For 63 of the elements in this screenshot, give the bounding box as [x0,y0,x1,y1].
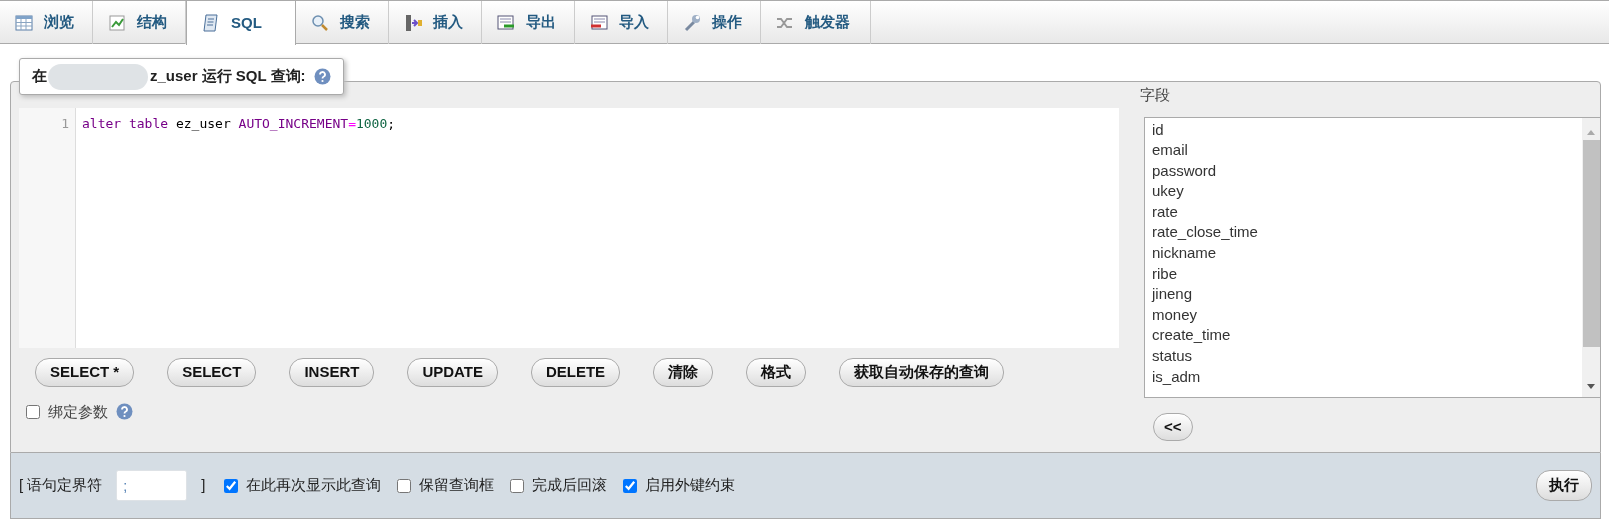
import-icon [589,12,609,33]
query-button[interactable]: INSERT [289,358,375,387]
legend-text: 在 [32,66,47,87]
checkbox[interactable] [223,478,238,493]
query-button[interactable]: SELECT [167,358,257,387]
tab[interactable]: SQL [186,1,296,45]
tab[interactable]: 导出 [482,1,575,44]
line-number: 1 [60,115,69,133]
query-button[interactable]: UPDATE [407,358,498,387]
field-item[interactable]: is_adm [1152,366,1582,388]
field-item[interactable]: ukey [1152,181,1582,202]
execute-button[interactable]: 执行 [1536,470,1592,501]
insert-icon [403,12,423,33]
query-button[interactable]: 获取自动保存的查询 [839,358,1005,387]
tab[interactable]: 导入 [575,1,668,44]
tab[interactable]: 浏览 [0,1,93,44]
export-icon [496,12,516,33]
field-item[interactable]: money [1152,304,1582,326]
field-item[interactable]: status [1152,346,1582,367]
query-button[interactable]: SELECT * [35,358,135,387]
chart-icon [107,12,127,33]
checkbox-label: 启用外键约束 [644,475,735,496]
checkbox-label: 绑定参数 [48,401,108,422]
field-item[interactable]: password [1152,160,1582,182]
field-item[interactable]: jineng [1152,284,1582,305]
field-item[interactable]: nickname [1152,243,1582,264]
help-icon[interactable] [116,403,133,421]
legend-text: z_user 运行 SQL 查询: [150,66,306,87]
tab[interactable]: 插入 [389,1,482,44]
table-icon [14,12,34,33]
delimiter-field[interactable]: ; [116,470,188,501]
checkbox-label: 完成后回滚 [531,475,607,496]
field-item[interactable]: id [1152,119,1582,141]
checkbox[interactable] [622,478,637,493]
query-button[interactable]: 清除 [653,358,714,387]
checkbox[interactable] [509,478,524,493]
help-icon[interactable] [313,68,331,85]
checkbox[interactable] [26,404,40,419]
checkbox-label: 保留查询框 [418,475,494,496]
tab[interactable]: 操作 [668,1,761,44]
checkbox-label: 在此再次显示此查询 [245,475,381,496]
search-icon [310,12,330,33]
code-line: alter table ez_user AUTO_INCREMENT=1000; [82,115,396,133]
document-icon [201,13,221,33]
insert-field-button[interactable]: << [1153,412,1193,441]
delimiter-label: ] [201,475,206,496]
field-item[interactable]: email [1152,140,1582,161]
fields-list[interactable]: id email password ukey rate rate_close_time nickname ribe jineng money create_time status is_adm [1144,116,1601,398]
field-item[interactable]: rate_close_time [1152,222,1582,244]
field-item[interactable]: ribe [1152,263,1582,285]
query-button[interactable]: DELETE [530,358,621,387]
field-item[interactable]: create_time [1152,325,1582,347]
query-button[interactable]: 格式 [746,358,807,387]
scroll-down-icon[interactable] [1586,382,1596,391]
delimiter-label: [ 语句定界符 [19,475,103,496]
checkbox[interactable] [396,478,411,493]
wrench-icon [682,12,702,33]
tab[interactable]: 搜索 [296,1,389,44]
fields-title: 字段 [1140,85,1171,105]
sql-editor[interactable]: 1 alter table ez_user AUTO_INCREMENT=1000; [19,108,1119,348]
tab[interactable]: 触发器 [761,1,871,44]
field-item[interactable]: rate [1152,201,1582,223]
scrollbar[interactable] [1582,117,1600,397]
